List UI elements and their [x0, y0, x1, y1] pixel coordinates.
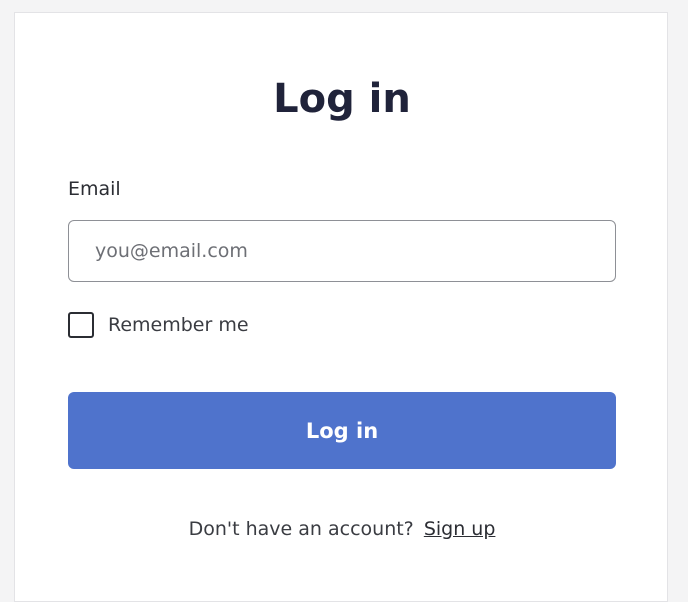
remember-me-checkbox-row[interactable]: Remember me — [68, 310, 249, 340]
remember-me-label: Remember me — [108, 314, 249, 336]
remember-me-checkbox[interactable] — [68, 312, 94, 338]
signup-link[interactable]: Sign up — [424, 518, 496, 540]
login-card: Log in Email Remember me Log in Don't ha… — [14, 12, 668, 602]
email-field[interactable] — [68, 220, 616, 282]
page-title: Log in — [273, 76, 411, 122]
signup-prompt-text: Don't have an account? — [188, 518, 414, 540]
login-button[interactable]: Log in — [68, 392, 616, 469]
email-label: Email — [68, 178, 121, 200]
signup-prompt-row: Don't have an account? Sign up — [15, 516, 669, 542]
